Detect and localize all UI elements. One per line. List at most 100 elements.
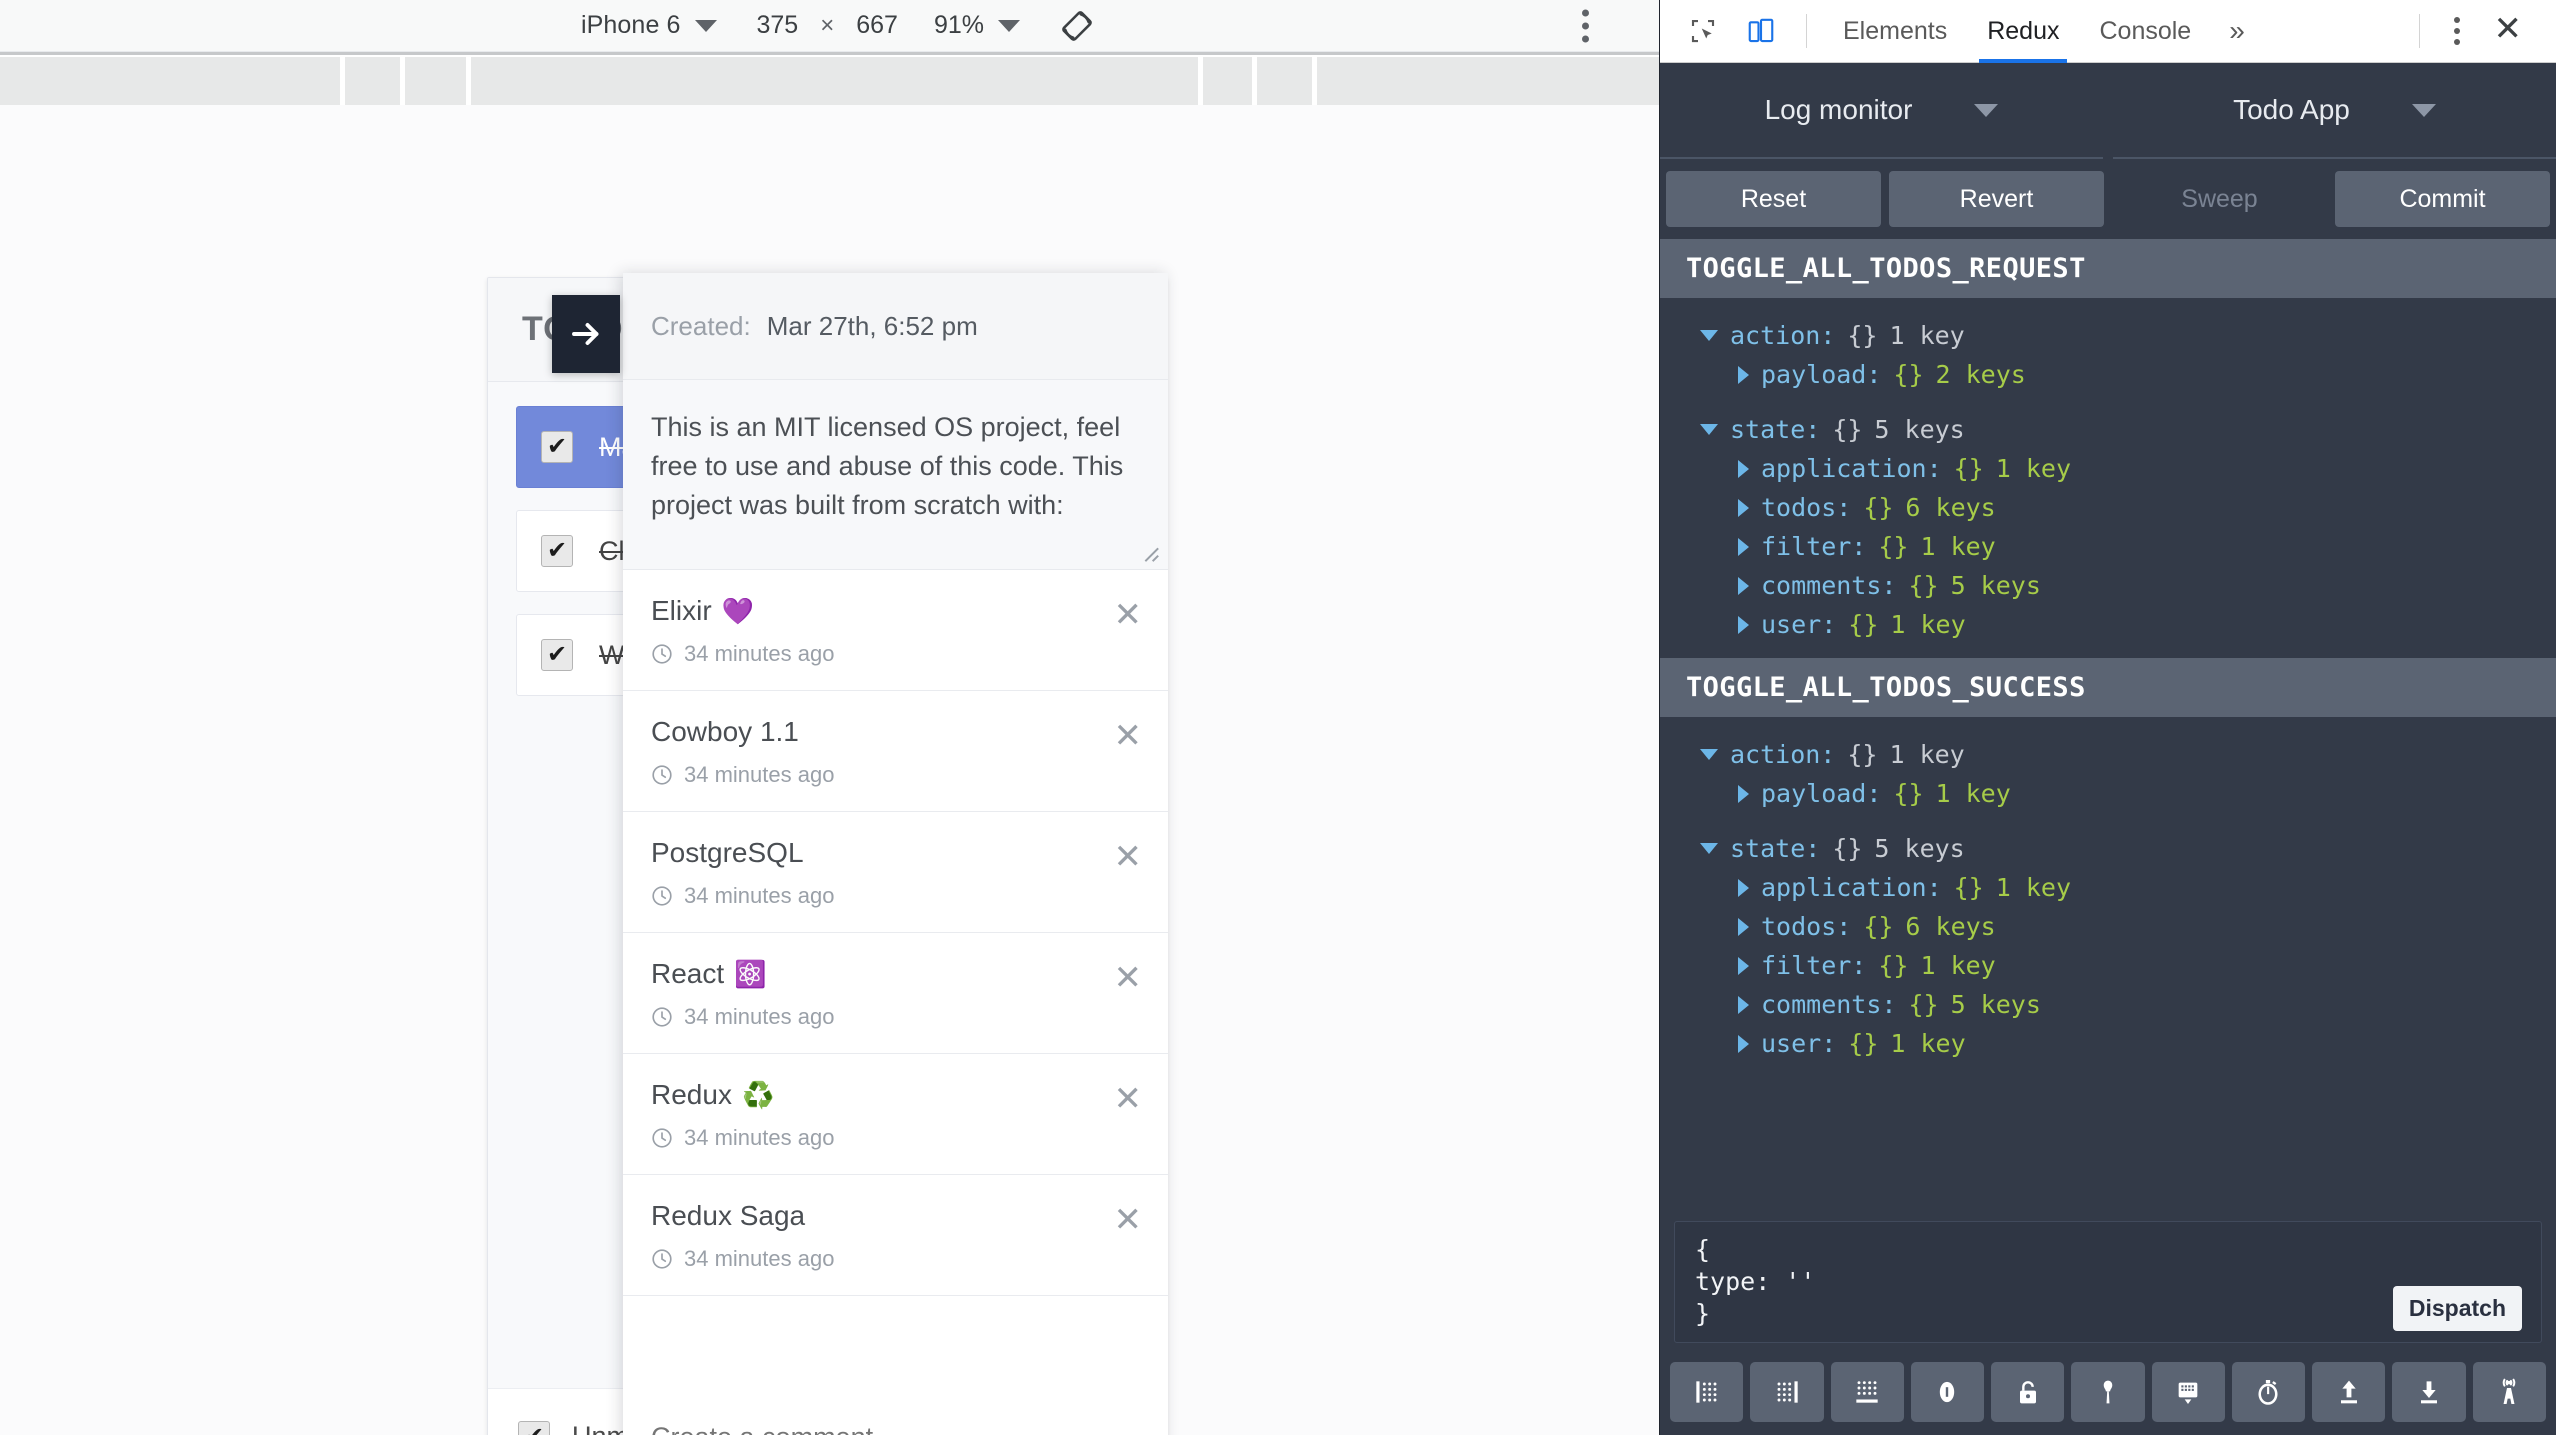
device-dimensions: 375 × 667	[757, 11, 898, 40]
import-state-button[interactable]	[2312, 1362, 2386, 1422]
chevron-down-icon[interactable]	[1700, 424, 1718, 435]
comment-title: Redux Saga	[651, 1200, 806, 1231]
lock-changes-button[interactable]	[1991, 1362, 2065, 1422]
tree-node-user[interactable]: user: {} 1 key	[1660, 605, 2556, 644]
chevron-down-icon[interactable]	[1700, 843, 1718, 854]
delete-comment-icon[interactable]: ✕	[1114, 719, 1143, 753]
delete-comment-icon[interactable]: ✕	[1114, 961, 1143, 995]
redux-action-buttons: Reset Revert Sweep Commit	[1660, 159, 2556, 239]
remote-broadcast-button[interactable]	[2472, 1362, 2546, 1422]
instance-selector[interactable]: Todo App	[2113, 63, 2556, 159]
tree-key: filter:	[1761, 951, 1867, 980]
delete-comment-icon[interactable]: ✕	[1114, 598, 1143, 632]
close-devtools-button[interactable]: ✕	[2480, 8, 2541, 54]
dispatch-button[interactable]: Dispatch	[2392, 1286, 2522, 1331]
devtools-menu-button[interactable]	[2438, 7, 2476, 55]
tab-console[interactable]: Console	[2081, 0, 2209, 63]
export-state-button[interactable]	[2392, 1362, 2466, 1422]
todo-checkbox[interactable]: ✔	[541, 431, 573, 463]
delete-comment-icon[interactable]: ✕	[1114, 1203, 1143, 1237]
new-comment-input[interactable]	[651, 1421, 1140, 1435]
list-item[interactable]: Redux ♻️ 34 minutes ago ✕	[623, 1054, 1168, 1175]
chevron-right-icon[interactable]	[1738, 537, 1749, 556]
device-width-input[interactable]: 375	[757, 11, 799, 40]
dock-right-button[interactable]	[1750, 1362, 1824, 1422]
chevron-right-icon[interactable]	[1738, 365, 1749, 384]
tree-node-comments[interactable]: comments: {} 5 keys	[1660, 985, 2556, 1024]
tree-node-payload[interactable]: payload: {} 1 key	[1660, 774, 2556, 813]
tree-node-application[interactable]: application: {} 1 key	[1660, 868, 2556, 907]
list-item[interactable]: Cowboy 1.1 34 minutes ago ✕	[623, 691, 1168, 812]
resize-handle-icon[interactable]	[1138, 541, 1160, 563]
tree-node-user[interactable]: user: {} 1 key	[1660, 1024, 2556, 1063]
delete-comment-icon[interactable]: ✕	[1114, 1082, 1143, 1116]
action-type-header[interactable]: TOGGLE_ALL_TODOS_REQUEST	[1660, 239, 2556, 298]
tree-node-comments[interactable]: comments: {} 5 keys	[1660, 566, 2556, 605]
tree-node-filter[interactable]: filter: {} 1 key	[1660, 946, 2556, 985]
more-options-icon	[1582, 22, 1589, 29]
unmark-all-checkbox[interactable]: ✔	[518, 1420, 550, 1435]
commit-button[interactable]: Commit	[2335, 171, 2550, 227]
tree-node-payload[interactable]: payload: {} 2 keys	[1660, 355, 2556, 394]
monitor-selector[interactable]: Log monitor	[1660, 63, 2103, 159]
pin-action-button[interactable]	[2071, 1362, 2145, 1422]
tree-node-application[interactable]: application: {} 1 key	[1660, 449, 2556, 488]
tree-node-action[interactable]: action: {} 1 key	[1660, 316, 2556, 355]
device-height-input[interactable]: 667	[856, 11, 898, 40]
chevron-right-icon[interactable]	[1738, 917, 1749, 936]
chevron-down-icon[interactable]	[1700, 330, 1718, 341]
tree-node-todos[interactable]: todos: {} 6 keys	[1660, 488, 2556, 527]
chevron-right-icon[interactable]	[1738, 498, 1749, 517]
zoom-selector[interactable]: 91%	[934, 11, 1020, 40]
reset-button[interactable]: Reset	[1666, 171, 1881, 227]
tab-redux[interactable]: Redux	[1969, 0, 2077, 63]
comment-emoji: ♻️	[741, 1080, 775, 1111]
chevron-right-icon[interactable]	[1738, 878, 1749, 897]
tree-count: 1 key	[1995, 873, 2071, 902]
toolbar-divider	[1806, 14, 1807, 48]
tree-brace: {}	[1908, 571, 1939, 600]
chevron-right-icon[interactable]	[1738, 1034, 1749, 1053]
more-tabs-button[interactable]: »	[2213, 15, 2261, 47]
timer-button[interactable]	[2231, 1362, 2306, 1422]
description-textarea[interactable]: This is an MIT licensed OS project, feel…	[623, 380, 1168, 570]
persist-state-button[interactable]	[2151, 1362, 2225, 1422]
device-selector[interactable]: iPhone 6	[563, 11, 735, 40]
delete-comment-icon[interactable]: ✕	[1114, 840, 1143, 874]
tree-node-filter[interactable]: filter: {} 1 key	[1660, 527, 2556, 566]
revert-button[interactable]: Revert	[1889, 171, 2104, 227]
media-query-track[interactable]	[0, 57, 1659, 105]
chevron-right-icon[interactable]	[1738, 459, 1749, 478]
tab-elements[interactable]: Elements	[1825, 0, 1965, 63]
tree-count: 6 keys	[1905, 493, 1996, 522]
todo-checkbox[interactable]: ✔	[541, 535, 573, 567]
todo-checkbox[interactable]: ✔	[541, 639, 573, 671]
tree-node-state[interactable]: state: {} 5 keys	[1660, 829, 2556, 868]
tree-key: user:	[1761, 610, 1837, 639]
toggle-device-toolbar-button[interactable]	[1734, 6, 1788, 56]
dock-left-button[interactable]	[1670, 1362, 1744, 1422]
dock-bottom-button[interactable]	[1830, 1362, 1904, 1422]
list-item[interactable]: Redux Saga 34 minutes ago ✕	[623, 1175, 1168, 1296]
rotate-icon[interactable]	[1058, 7, 1096, 45]
chevron-right-icon[interactable]	[1738, 784, 1749, 803]
tree-key: application:	[1761, 454, 1942, 483]
device-toolbar-menu-button[interactable]	[1574, 1, 1597, 50]
list-item[interactable]: Elixir 💜 34 minutes ago ✕	[623, 570, 1168, 691]
tree-node-todos[interactable]: todos: {} 6 keys	[1660, 907, 2556, 946]
list-item[interactable]: React ⚛️ 34 minutes ago ✕	[623, 933, 1168, 1054]
media-query-ruler[interactable]	[0, 52, 1659, 105]
chevron-right-icon[interactable]	[1738, 576, 1749, 595]
list-item[interactable]: PostgreSQL 34 minutes ago ✕	[623, 812, 1168, 933]
tree-node-state[interactable]: state: {} 5 keys	[1660, 410, 2556, 449]
chevron-right-icon[interactable]	[1738, 615, 1749, 634]
close-detail-panel-button[interactable]	[552, 295, 620, 373]
action-type-header[interactable]: TOGGLE_ALL_TODOS_SUCCESS	[1660, 658, 2556, 717]
chevron-right-icon[interactable]	[1738, 956, 1749, 975]
pause-recording-button[interactable]	[1910, 1362, 1985, 1422]
tree-node-action[interactable]: action: {} 1 key	[1660, 735, 2556, 774]
chevron-right-icon[interactable]	[1738, 995, 1749, 1014]
comment-title-row: Cowboy 1.1	[651, 716, 1140, 748]
inspect-element-button[interactable]	[1676, 6, 1730, 56]
chevron-down-icon[interactable]	[1700, 749, 1718, 760]
